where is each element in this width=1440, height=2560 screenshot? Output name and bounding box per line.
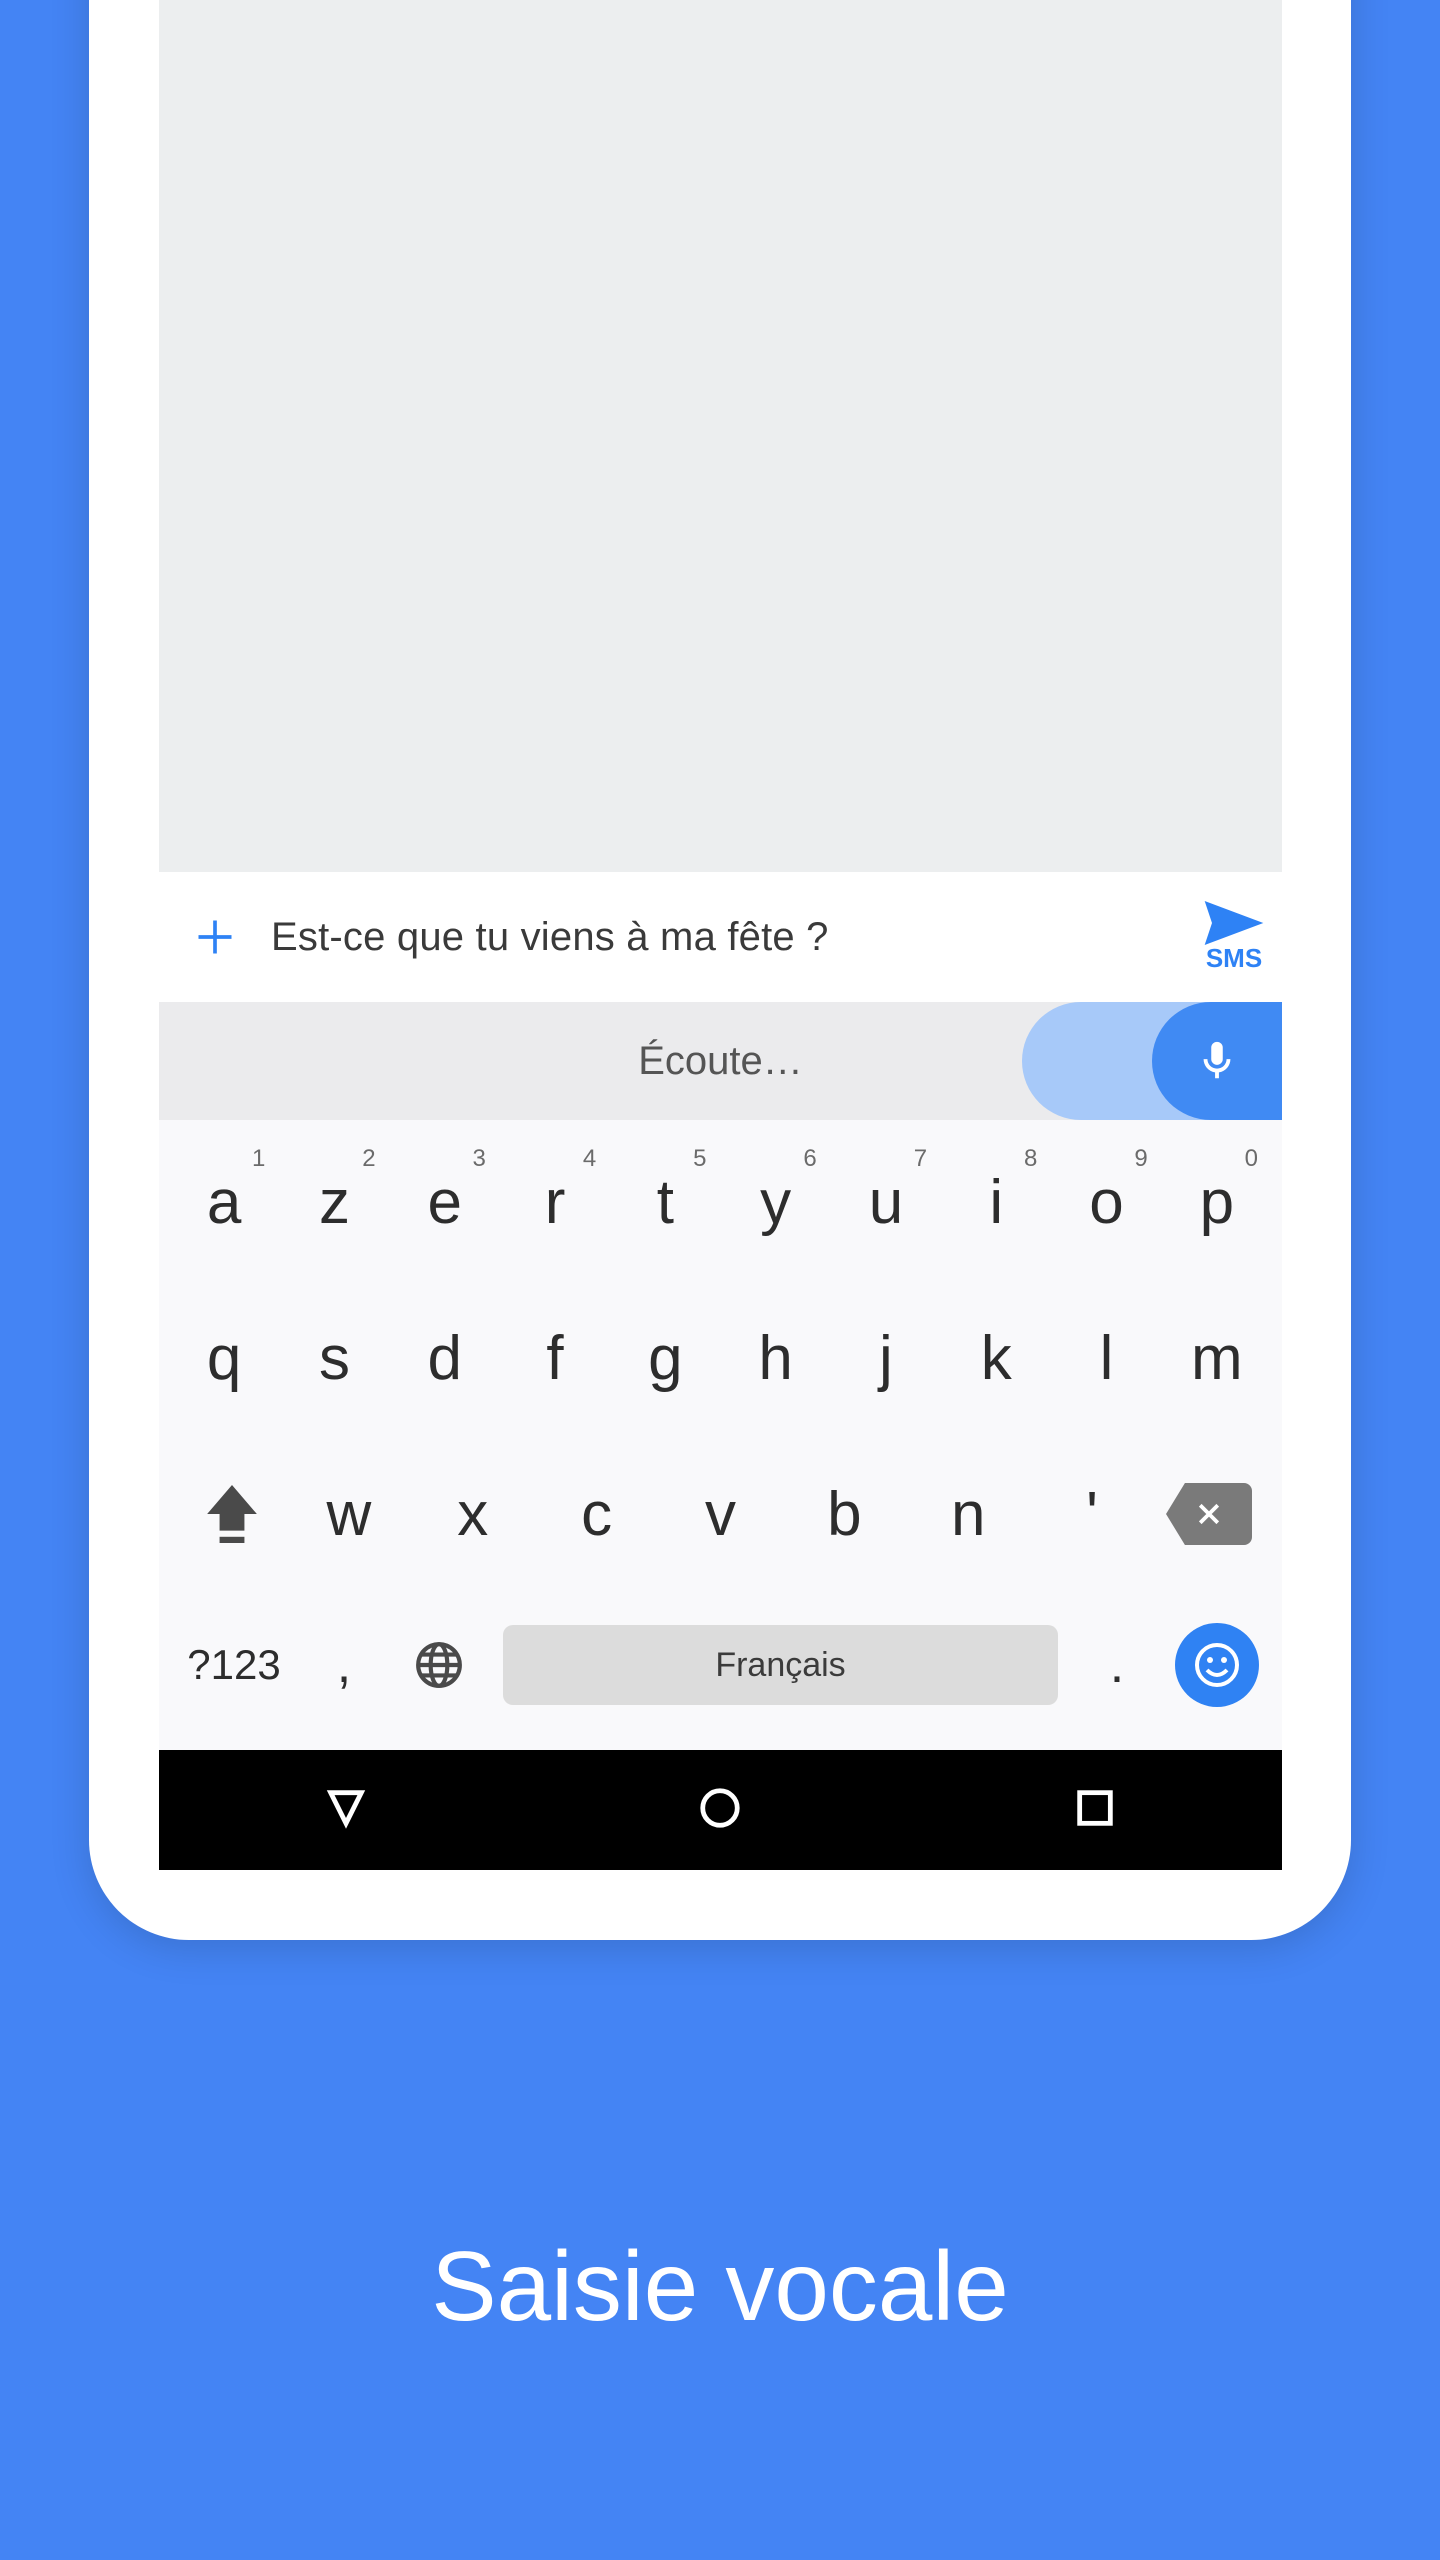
- shift-key[interactable]: [177, 1485, 287, 1543]
- key-o[interactable]: 9o: [1051, 1167, 1161, 1238]
- send-button[interactable]: SMS: [1204, 901, 1264, 974]
- key-v[interactable]: v: [659, 1479, 783, 1550]
- key-u[interactable]: 7u: [831, 1167, 941, 1238]
- microphone-icon: [1194, 1038, 1240, 1084]
- key-i[interactable]: 8i: [941, 1167, 1051, 1238]
- key-k[interactable]: k: [941, 1323, 1051, 1394]
- key-z[interactable]: 2z: [279, 1167, 389, 1238]
- nav-recent-button[interactable]: [1072, 1785, 1118, 1836]
- comma-key[interactable]: ,: [299, 1635, 389, 1695]
- backspace-key[interactable]: [1154, 1483, 1264, 1545]
- nav-back-icon: [323, 1785, 369, 1831]
- voice-status-bar: Écoute…: [159, 1002, 1282, 1120]
- smiley-icon: [1193, 1641, 1241, 1689]
- message-input-bar: Est-ce que tu viens à ma fête ? SMS: [159, 872, 1282, 1002]
- globe-icon: [414, 1640, 464, 1690]
- key-j[interactable]: j: [831, 1323, 941, 1394]
- screen: Est-ce que tu viens à ma fête ? SMS Écou…: [159, 0, 1282, 1870]
- keyboard-row-1: 1a 2z 3e 4r 5t 6y 7u 8i 9o 0p: [169, 1142, 1272, 1262]
- key-c[interactable]: c: [535, 1479, 659, 1550]
- keyboard-row-4: ?123 , Français .: [169, 1610, 1272, 1720]
- backspace-x-icon: [1194, 1499, 1224, 1529]
- symbols-key[interactable]: ?123: [169, 1641, 299, 1689]
- language-key[interactable]: [389, 1640, 489, 1690]
- key-d[interactable]: d: [390, 1323, 500, 1394]
- nav-back-button[interactable]: [323, 1785, 369, 1836]
- key-h[interactable]: h: [720, 1323, 830, 1394]
- keyboard-row-2: q s d f g h j k l m: [169, 1298, 1272, 1418]
- key-a[interactable]: 1a: [169, 1167, 279, 1238]
- voice-mic-button[interactable]: [1022, 1002, 1282, 1120]
- key-x[interactable]: x: [411, 1479, 535, 1550]
- key-n[interactable]: n: [906, 1479, 1030, 1550]
- key-p[interactable]: 0p: [1162, 1167, 1272, 1238]
- key-m[interactable]: m: [1162, 1323, 1272, 1394]
- key-y[interactable]: 6y: [720, 1167, 830, 1238]
- key-l[interactable]: l: [1051, 1323, 1161, 1394]
- space-key[interactable]: Français: [503, 1625, 1058, 1705]
- shift-icon: [207, 1485, 257, 1543]
- keyboard-row-3: w x c v b n ': [169, 1454, 1272, 1574]
- key-g[interactable]: g: [610, 1323, 720, 1394]
- caption: Saisie vocale: [0, 2230, 1440, 2343]
- send-label: SMS: [1206, 943, 1262, 974]
- key-b[interactable]: b: [782, 1479, 906, 1550]
- send-icon: [1204, 901, 1264, 945]
- nav-recent-icon: [1072, 1785, 1118, 1831]
- key-r[interactable]: 4r: [500, 1167, 610, 1238]
- key-w[interactable]: w: [287, 1479, 411, 1550]
- chat-area: [159, 0, 1282, 872]
- emoji-key[interactable]: [1162, 1623, 1272, 1707]
- key-s[interactable]: s: [279, 1323, 389, 1394]
- key-apostrophe[interactable]: ': [1030, 1479, 1154, 1550]
- keyboard: 1a 2z 3e 4r 5t 6y 7u 8i 9o 0p q s d f g …: [159, 1120, 1282, 1750]
- attach-button[interactable]: [187, 909, 243, 965]
- message-input[interactable]: Est-ce que tu viens à ma fête ?: [271, 915, 1192, 960]
- key-q[interactable]: q: [169, 1323, 279, 1394]
- key-f[interactable]: f: [500, 1323, 610, 1394]
- nav-home-button[interactable]: [697, 1785, 743, 1836]
- plus-icon: [193, 915, 237, 959]
- nav-home-icon: [697, 1785, 743, 1831]
- key-t[interactable]: 5t: [610, 1167, 720, 1238]
- android-navbar: [159, 1750, 1282, 1870]
- period-key[interactable]: .: [1072, 1635, 1162, 1695]
- key-e[interactable]: 3e: [390, 1167, 500, 1238]
